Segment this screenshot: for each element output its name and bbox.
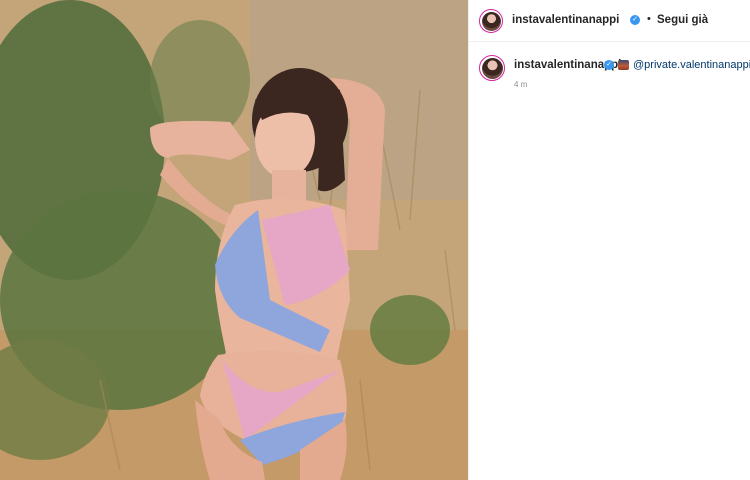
caption-avatar[interactable] xyxy=(479,55,505,81)
sunset-emoji-icon xyxy=(618,60,629,70)
header-separator: • xyxy=(647,13,651,25)
post-timestamp[interactable]: 4 m xyxy=(514,80,527,89)
post-side-panel: instavalentinanappi ✓ • Segui già instav… xyxy=(469,0,750,480)
verified-badge-icon: ✓ xyxy=(630,15,640,25)
verified-badge-icon: ✓ xyxy=(604,60,614,70)
avatar[interactable] xyxy=(479,9,503,33)
caption-avatar-photo xyxy=(481,57,503,79)
follow-status-button[interactable]: Segui già xyxy=(657,14,708,26)
post-header: instavalentinanappi ✓ • Segui già xyxy=(469,0,750,42)
header-username[interactable]: instavalentinanappi xyxy=(512,14,619,26)
post-photo-image xyxy=(0,0,468,480)
avatar-photo xyxy=(481,11,501,31)
post-photo[interactable] xyxy=(0,0,468,480)
caption-mention-link[interactable]: @private.valentinanappi xyxy=(633,59,750,71)
